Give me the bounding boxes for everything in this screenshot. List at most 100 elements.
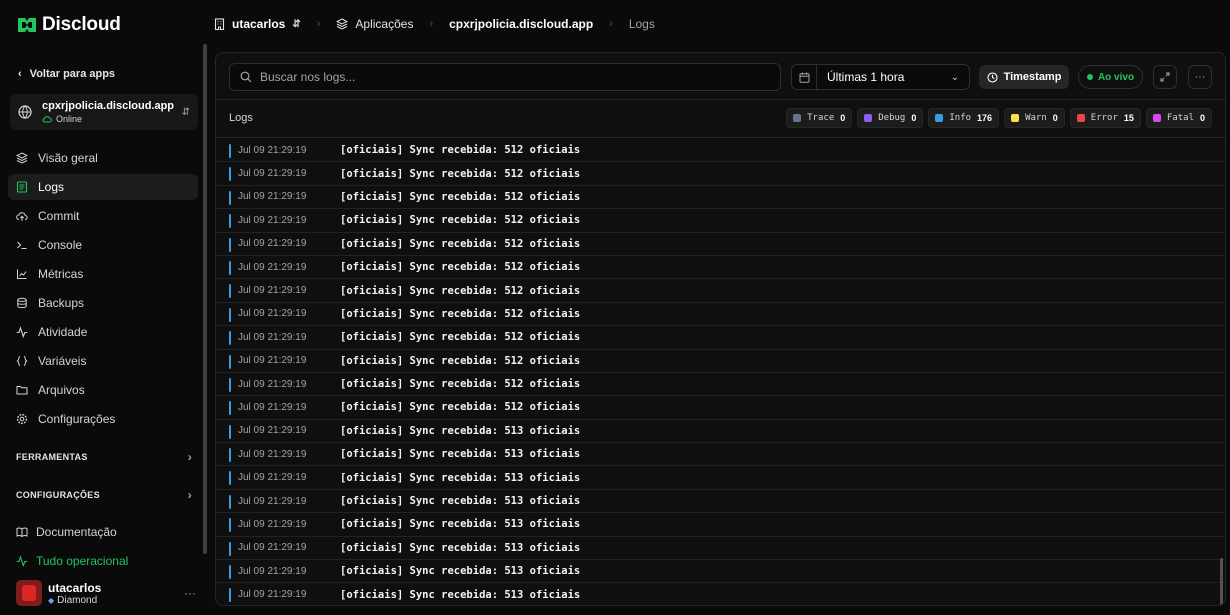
section-configuracoes[interactable]: CONFIGURAÇÕES › (16, 488, 192, 502)
level-indicator (229, 167, 231, 182)
back-to-apps-link[interactable]: ‹ Voltar para apps (18, 68, 115, 80)
sidebar-item-metricas[interactable]: Métricas (8, 261, 198, 287)
logs-scrollbar[interactable] (1220, 558, 1223, 605)
terminal-icon (17, 241, 27, 250)
sidebar-item-arquivos[interactable]: Arquivos (8, 377, 198, 403)
app-selector[interactable]: cpxrjpolicia.discloud.app Online ⇵ (10, 94, 198, 130)
log-row[interactable]: Jul 09 21:29:19 [oficiais] Sync recebida:… (216, 420, 1225, 444)
level-name: Debug (878, 113, 906, 123)
log-row[interactable]: Jul 09 21:29:19 [oficiais] Sync recebida:… (216, 583, 1225, 605)
level-indicator (229, 494, 231, 509)
level-name: Warn (1025, 113, 1047, 123)
building-icon (214, 18, 225, 30)
log-row[interactable]: Jul 09 21:29:19 [oficiais] Sync recebida:… (216, 279, 1225, 303)
more-icon[interactable]: ··· (184, 586, 196, 600)
log-row[interactable]: Jul 09 21:29:19 [oficiais] Sync recebida:… (216, 303, 1225, 327)
workspace-name: utacarlos (232, 17, 286, 31)
clock-icon (987, 71, 998, 83)
log-row[interactable]: Jul 09 21:29:19 [oficiais] Sync recebida:… (216, 350, 1225, 373)
sidebar-item-variaveis[interactable]: Variáveis (8, 348, 198, 374)
log-row[interactable]: Jul 09 21:29:19 [oficiais] Sync recebida:… (216, 256, 1225, 280)
sidebar-item-console[interactable]: Console (8, 232, 198, 258)
system-status-link[interactable]: Tudo operacional (16, 554, 128, 568)
chevron-right-icon: › (609, 18, 613, 30)
chevron-right-icon: › (187, 450, 192, 464)
more-options-button[interactable]: ··· (1188, 65, 1212, 89)
log-time: Jul 09 21:29:19 (238, 238, 307, 250)
sidebar-item-atividade[interactable]: Atividade (8, 319, 198, 345)
breadcrumb-current: Logs (629, 17, 655, 31)
level-filter-error[interactable]: Error 15 (1069, 108, 1141, 128)
sidebar-scrollbar[interactable] (203, 44, 207, 554)
log-row[interactable]: Jul 09 21:29:19 [oficiais] Sync recebida:… (216, 513, 1225, 537)
log-message: [oficiais] Sync recebida: 512 oficiais (340, 167, 581, 180)
app-status-label: Online (56, 114, 83, 124)
level-color-icon (793, 114, 802, 122)
level-name: Fatal (1166, 113, 1194, 123)
documentation-link[interactable]: Documentação (16, 525, 117, 539)
discloud-logo[interactable]: Discloud (16, 14, 121, 36)
log-row[interactable]: Jul 09 21:29:19 [oficiais] Sync recebida:… (216, 326, 1225, 350)
sidebar-item-configuracoes[interactable]: Configurações (8, 406, 198, 432)
level-filter-fatal[interactable]: Fatal 0 (1145, 108, 1212, 128)
level-filter-debug[interactable]: Debug 0 (857, 108, 924, 128)
sidebar-item-label: Visão geral (38, 151, 98, 165)
log-row[interactable]: Jul 09 21:29:19 [oficiais] Sync recebida:… (216, 396, 1225, 420)
section-ferramentas[interactable]: FERRAMENTAS › (16, 450, 192, 464)
documentation-label: Documentação (36, 525, 117, 539)
level-filter-info[interactable]: Info 176 (928, 108, 1000, 128)
log-row[interactable]: Jul 09 21:29:19 [oficiais] Sync recebida:… (216, 466, 1225, 490)
discloud-logo-icon (18, 18, 36, 32)
sidebar-item-label: Backups (38, 296, 85, 310)
chevron-right-icon: › (187, 488, 192, 502)
log-message: [oficiais] Sync recebida: 512 oficiais (340, 354, 581, 367)
level-filter-trace[interactable]: Trace 0 (786, 108, 853, 128)
search-input[interactable] (260, 70, 760, 84)
log-message: [oficiais] Sync recebida: 512 oficiais (340, 261, 581, 274)
log-message: [oficiais] Sync recebida: 512 oficiais (340, 237, 581, 250)
time-range-select[interactable]: Últimas 1 hora ⌄ (791, 64, 970, 90)
search-box[interactable] (229, 63, 781, 91)
log-time: Jul 09 21:29:19 (238, 261, 307, 273)
level-indicator (229, 471, 231, 486)
log-time: Jul 09 21:29:19 (238, 542, 307, 554)
braces-icon (16, 356, 28, 366)
log-time: Jul 09 21:29:19 (238, 355, 307, 367)
log-time: Jul 09 21:29:19 (238, 285, 307, 297)
timestamp-button[interactable]: Timestamp (979, 65, 1069, 89)
log-time: Jul 09 21:29:19 (238, 565, 307, 577)
log-row[interactable]: Jul 09 21:29:19 [oficiais] Sync recebida:… (216, 186, 1225, 210)
level-filters: Trace 0 Debug 0 Info 176 Warn 0 Error 15 Fata… (786, 108, 1212, 128)
log-row[interactable]: Jul 09 21:29:19 [oficiais] Sync recebida:… (216, 209, 1225, 233)
time-range-value: Últimas 1 hora (827, 70, 905, 84)
sidebar-item-backups[interactable]: Backups (8, 290, 198, 316)
user-menu[interactable]: utacarlos ◆ Diamond ··· (16, 580, 196, 606)
log-row[interactable]: Jul 09 21:29:19 [oficiais] Sync recebida:… (216, 560, 1225, 584)
log-row[interactable]: Jul 09 21:29:19 [oficiais] Sync recebida:… (216, 139, 1225, 163)
log-message: [oficiais] Sync recebida: 512 oficiais (340, 190, 581, 203)
log-row[interactable]: Jul 09 21:29:19 [oficiais] Sync recebida:… (216, 373, 1225, 397)
layers-icon (336, 18, 349, 30)
level-count: 0 (911, 113, 917, 123)
expand-button[interactable] (1153, 65, 1177, 89)
log-row[interactable]: Jul 09 21:29:19 [oficiais] Sync recebida:… (216, 233, 1225, 256)
log-message: [oficiais] Sync recebida: 512 oficiais (340, 214, 581, 227)
log-message: [oficiais] Sync recebida: 513 oficiais (340, 588, 581, 601)
workspace-switcher[interactable]: utacarlos ⇵ (214, 17, 301, 31)
sidebar-item-commit[interactable]: Commit (8, 203, 198, 229)
level-indicator (229, 284, 231, 299)
sidebar-item-label: Commit (38, 209, 80, 223)
level-filter-warn[interactable]: Warn 0 (1004, 108, 1065, 128)
live-toggle[interactable]: Ao vivo (1078, 65, 1143, 89)
user-plan-label: Diamond (57, 594, 98, 606)
breadcrumb-app[interactable]: cpxrjpolicia.discloud.app (449, 17, 593, 31)
level-indicator (229, 331, 231, 346)
level-color-icon (1011, 114, 1020, 122)
log-row[interactable]: Jul 09 21:29:19 [oficiais] Sync recebida:… (216, 490, 1225, 514)
log-row[interactable]: Jul 09 21:29:19 [oficiais] Sync recebida:… (216, 537, 1225, 561)
log-row[interactable]: Jul 09 21:29:19 [oficiais] Sync recebida:… (216, 443, 1225, 467)
sidebar-item-visao-geral[interactable]: Visão geral (8, 145, 198, 171)
breadcrumb-apps[interactable]: Aplicações (336, 17, 413, 31)
log-row[interactable]: Jul 09 21:29:19 [oficiais] Sync recebida:… (216, 162, 1225, 186)
sidebar-item-logs[interactable]: Logs (8, 174, 198, 200)
